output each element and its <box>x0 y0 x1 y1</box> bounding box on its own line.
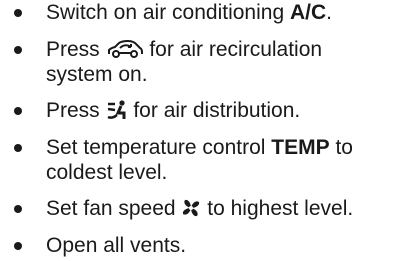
bullet <box>14 205 22 213</box>
item-text: Press for air distribution. <box>46 98 300 126</box>
fan-icon <box>181 198 201 224</box>
item-text: Open all vents. <box>46 234 187 257</box>
item-text: Set temperature control TEMP to <box>46 136 353 159</box>
bullet <box>14 107 22 115</box>
bullet <box>14 242 22 250</box>
item-text: Set fan speed to highest level. <box>46 196 353 224</box>
bullet <box>14 9 22 17</box>
air-distribution-icon <box>106 100 128 126</box>
item-text-continued: coldest level. <box>46 161 168 184</box>
item-text: Press for air recirculation <box>46 37 322 65</box>
item-text-continued: system on. <box>46 63 148 86</box>
item-text: Switch on air conditioning A/C. <box>46 1 332 24</box>
bullet <box>14 144 22 152</box>
instruction-list: Switch on air conditioning A/C. Press fo… <box>0 0 395 261</box>
ac-control-label: A/C <box>289 1 327 24</box>
bullet <box>14 46 22 54</box>
temp-control-label: TEMP <box>271 136 330 159</box>
